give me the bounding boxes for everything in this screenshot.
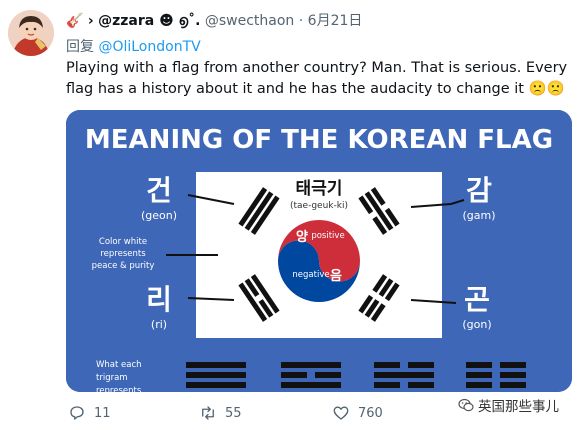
reply-prefix: 回复 xyxy=(66,39,94,55)
avatar-image xyxy=(8,10,54,56)
retweet-button[interactable]: 55 xyxy=(199,404,242,422)
color-note-line-1: Color white xyxy=(99,237,147,247)
geon-korean-label: 건 xyxy=(146,174,172,207)
color-note-line-2: represents xyxy=(100,249,146,259)
arrow-glyph: › xyxy=(87,13,94,29)
center-roman-label: (tae-geuk-ki) xyxy=(290,201,348,211)
reply-button[interactable]: 11 xyxy=(68,404,111,422)
ri-korean-label: 리 xyxy=(146,283,172,316)
tweet-media-image[interactable]: MEANING OF THE KOREAN FLAG 태극기 (tae-geuk… xyxy=(66,110,572,392)
retweet-icon xyxy=(202,406,214,420)
heart-icon xyxy=(333,406,349,420)
guitar-icon: 🎸 xyxy=(66,13,84,29)
yang-korean-label: 양 xyxy=(296,230,308,245)
trigram-note-line-2: trigram xyxy=(96,373,128,383)
tweet: 🎸 › @zzara ☻ ൭˚. @swecthaon · 6月21日 回复 @… xyxy=(0,0,587,430)
reply-count: 11 xyxy=(94,405,111,421)
geon-roman-label: (geon) xyxy=(141,209,177,222)
reply-mention-link[interactable]: @OliLondonTV xyxy=(98,39,200,55)
eum-korean-label: 음 xyxy=(330,268,342,284)
watermark: 英国那些事儿 xyxy=(458,395,559,415)
user-handle[interactable]: @swecthaon xyxy=(205,13,294,29)
tweet-date[interactable]: 6月21日 xyxy=(308,13,363,29)
eum-label: negative xyxy=(292,270,329,280)
infographic-title: MEANING OF THE KOREAN FLAG xyxy=(85,125,553,155)
like-button[interactable]: 760 xyxy=(332,404,383,422)
display-name[interactable]: @zzara ☻ ൭˚. xyxy=(98,13,200,29)
reply-context: 回复 @OliLondonTV xyxy=(66,36,201,56)
color-note-line-3: peace & purity xyxy=(92,261,155,271)
gon-korean-label: 곤 xyxy=(464,283,490,316)
gam-korean-label: 감 xyxy=(466,174,492,207)
bottom-trigram-geon xyxy=(186,362,246,388)
yang-label: positive xyxy=(311,231,344,241)
center-korean-label: 태극기 xyxy=(296,179,343,199)
ri-roman-label: (ri) xyxy=(151,318,167,331)
tweet-text: Playing with a flag from another country… xyxy=(66,60,568,97)
korean-flag-infographic: MEANING OF THE KOREAN FLAG 태극기 (tae-geuk… xyxy=(66,110,572,392)
gon-roman-label: (gon) xyxy=(462,318,491,331)
tweet-header: 🎸 › @zzara ☻ ൭˚. @swecthaon · 6月21日 xyxy=(66,10,362,30)
reply-icon xyxy=(70,406,84,420)
trigram-note-line-3: represents xyxy=(96,386,142,392)
like-count: 760 xyxy=(358,405,383,421)
watermark-text: 英国那些事儿 xyxy=(478,399,559,415)
wechat-icon xyxy=(458,398,474,412)
avatar[interactable] xyxy=(8,10,54,56)
trigram-note-line-1: What each xyxy=(96,360,142,370)
separator-dot: · xyxy=(298,13,304,29)
gam-roman-label: (gam) xyxy=(462,209,495,222)
retweet-count: 55 xyxy=(225,405,242,421)
